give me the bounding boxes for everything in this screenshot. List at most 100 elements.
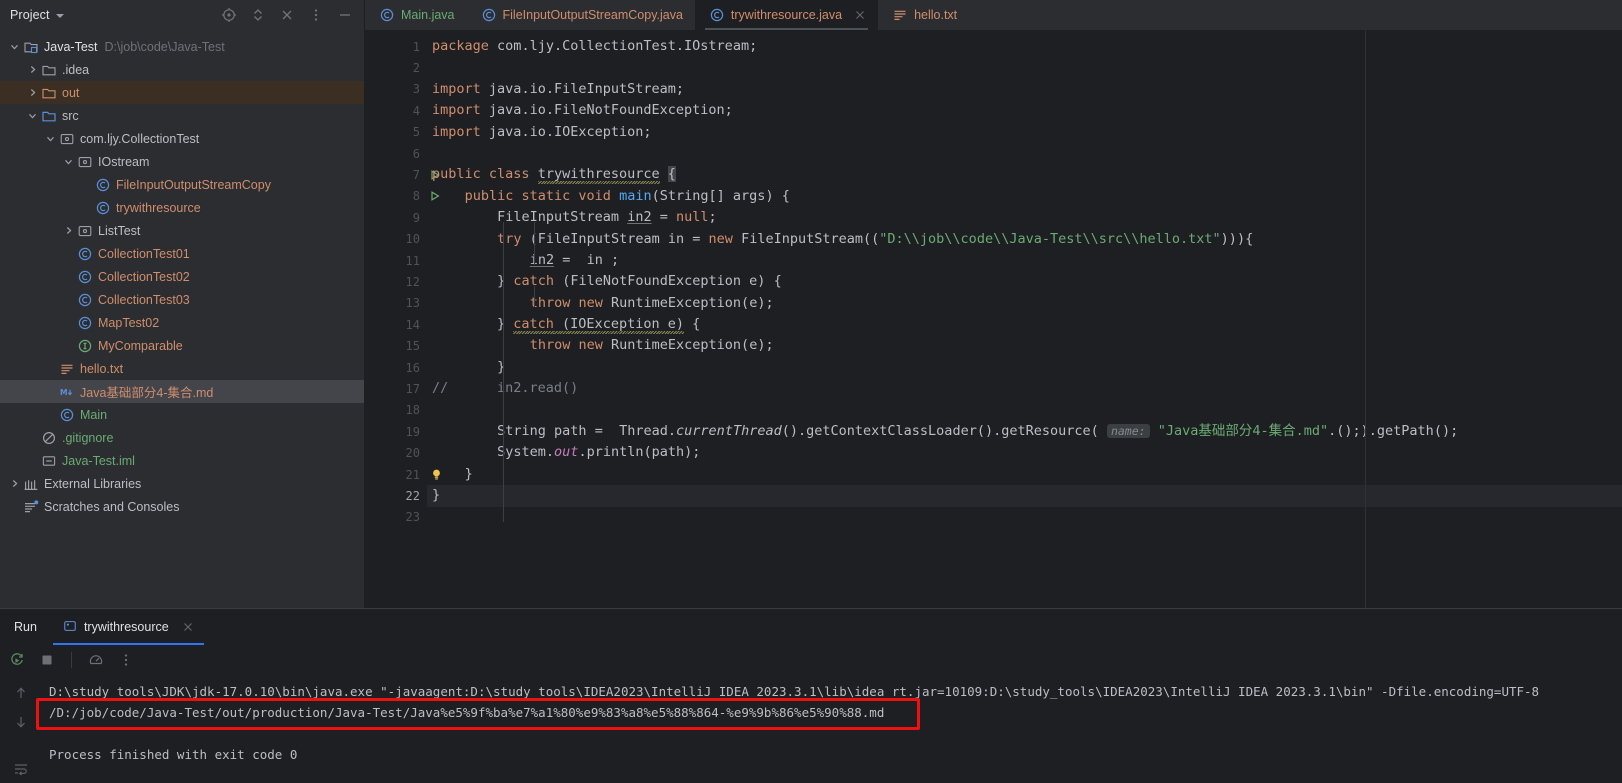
code-line-1[interactable]: package com.ljy.CollectionTest.IOstream; <box>427 36 1622 57</box>
tree-node-external-libraries[interactable]: External Libraries <box>0 472 365 495</box>
tree-node-scratches-and-consoles[interactable]: Scratches and Consoles <box>0 495 365 518</box>
gutter-line-2[interactable]: 2 <box>365 57 427 78</box>
console-line-2[interactable]: /D:/job/code/Java-Test/out/production/Ja… <box>42 702 1622 723</box>
code-line-9[interactable]: FileInputStream in2 = null; <box>427 207 1622 228</box>
code-line-20[interactable]: System.out.println(path); <box>427 442 1622 463</box>
tree-twisty-right-icon[interactable] <box>63 225 74 236</box>
close-icon[interactable] <box>854 9 866 21</box>
tree-node-listtest[interactable]: ListTest <box>0 219 365 242</box>
scroll-up-icon[interactable] <box>13 685 29 701</box>
code-line-8[interactable]: public static void main(String[] args) { <box>427 186 1622 207</box>
editor-tab-fileinputoutputstreamcopy-java[interactable]: FileInputOutputStreamCopy.java <box>467 0 695 30</box>
gutter-line-22[interactable]: 22 <box>365 485 427 506</box>
gutter-line-20[interactable]: 20 <box>365 442 427 463</box>
tree-node-trywithresource[interactable]: trywithresource <box>0 196 365 219</box>
console-output[interactable]: D:\study tools\JDK\jdk-17.0.10\bin\java.… <box>42 675 1622 783</box>
editor-tab-main-java[interactable]: Main.java <box>365 0 467 30</box>
sidebar-title[interactable]: Project <box>10 8 50 22</box>
tree-twisty-right-icon[interactable] <box>9 478 20 489</box>
more-options-icon[interactable] <box>118 652 134 668</box>
gutter-line-21[interactable]: 21 <box>365 464 440 485</box>
code-line-15[interactable]: throw new RuntimeException(e); <box>427 335 1622 356</box>
code-line-23[interactable] <box>427 507 1622 528</box>
code-line-10[interactable]: try (FileInputStream in = new FileInputS… <box>427 229 1622 250</box>
tree-node-iostream[interactable]: IOstream <box>0 150 365 173</box>
tree-node-com-ljy-collectiontest[interactable]: com.ljy.CollectionTest <box>0 127 365 150</box>
code-line-5[interactable]: import java.io.IOException; <box>427 122 1622 143</box>
close-all-icon[interactable] <box>279 7 295 23</box>
tree-node-hello-txt[interactable]: hello.txt <box>0 357 365 380</box>
gutter-line-16[interactable]: 16 <box>365 357 427 378</box>
tree-twisty-down-icon[interactable] <box>27 110 38 121</box>
code-line-4[interactable]: import java.io.FileNotFoundException; <box>427 100 1622 121</box>
code-line-11[interactable]: in2 = in ; <box>427 250 1622 271</box>
gutter-line-8[interactable]: 8 <box>365 186 440 207</box>
gutter-line-7[interactable]: 7 <box>365 164 440 185</box>
code-content[interactable]: package com.ljy.CollectionTest.IOstream;… <box>427 30 1622 608</box>
code-line-21[interactable]: } <box>427 464 1622 485</box>
locate-icon[interactable] <box>221 7 237 23</box>
code-line-12[interactable]: } catch (FileNotFoundException e) { <box>427 271 1622 292</box>
code-line-3[interactable]: import java.io.FileInputStream; <box>427 79 1622 100</box>
run-tab-trywithresource[interactable]: trywithresource <box>52 609 204 645</box>
editor-tab-trywithresource-java[interactable]: trywithresource.java <box>694 0 879 30</box>
console-line-3[interactable] <box>42 723 1622 744</box>
code-line-7[interactable]: public class trywithresource { <box>427 164 1622 185</box>
console-line-4[interactable]: Process finished with exit code 0 <box>42 744 1622 765</box>
tree-twisty-right-icon[interactable] <box>27 87 38 98</box>
tree-node-collectiontest01[interactable]: CollectionTest01 <box>0 242 365 265</box>
tree-node-maptest02[interactable]: MapTest02 <box>0 311 365 334</box>
tree-node-collectiontest02[interactable]: CollectionTest02 <box>0 265 365 288</box>
scroll-down-icon[interactable] <box>13 714 29 730</box>
code-line-14[interactable]: } catch (IOException e) { <box>427 314 1622 335</box>
gutter-line-11[interactable]: 11 <box>365 250 427 271</box>
code-line-2[interactable] <box>427 57 1622 78</box>
project-tree[interactable]: Java-Test D:\job\code\Java-Test .idea out sr… <box>0 30 365 608</box>
tree-twisty-down-icon[interactable] <box>45 133 56 144</box>
tree-node-java-test-iml[interactable]: Java-Test.iml <box>0 449 365 472</box>
gutter-line-5[interactable]: 5 <box>365 122 427 143</box>
code-line-19[interactable]: String path = Thread.currentThread().get… <box>427 421 1622 442</box>
console-line-1[interactable]: D:\study tools\JDK\jdk-17.0.10\bin\java.… <box>42 681 1622 702</box>
gutter-line-3[interactable]: 3 <box>365 79 427 100</box>
stop-icon[interactable] <box>39 652 55 668</box>
tree-twisty-right-icon[interactable] <box>27 64 38 75</box>
tree-node-main[interactable]: Main <box>0 403 365 426</box>
code-line-18[interactable] <box>427 400 1622 421</box>
gutter-line-1[interactable]: 1 <box>365 36 427 57</box>
code-line-17[interactable]: // in2.read() <box>427 378 1622 399</box>
gutter-line-12[interactable]: 12 <box>365 271 427 292</box>
more-options-icon[interactable] <box>308 7 324 23</box>
hide-icon[interactable] <box>337 7 353 23</box>
soft-wrap-icon[interactable] <box>13 761 29 777</box>
expand-collapse-icon[interactable] <box>250 7 266 23</box>
tree-node-out[interactable]: out <box>0 81 365 104</box>
chevron-down-icon[interactable] <box>55 14 64 18</box>
gutter-line-6[interactable]: 6 <box>365 143 427 164</box>
gutter-line-9[interactable]: 9 <box>365 207 427 228</box>
code-line-6[interactable] <box>427 143 1622 164</box>
gutter-line-4[interactable]: 4 <box>365 100 427 121</box>
gutter-line-18[interactable]: 18 <box>365 400 427 421</box>
editor-gutter[interactable]: 1 2 3 4 5 6 7 8 9 10 11 12 13 14 15 16 17 18 19 20 21 22 23 <box>365 30 440 608</box>
editor-tab-hello-txt[interactable]: hello.txt <box>878 0 969 30</box>
tree-node--gitignore[interactable]: .gitignore <box>0 426 365 449</box>
gutter-line-13[interactable]: 13 <box>365 293 427 314</box>
gutter-line-14[interactable]: 14 <box>365 314 427 335</box>
gutter-line-19[interactable]: 19 <box>365 421 427 442</box>
code-line-13[interactable]: throw new RuntimeException(e); <box>427 293 1622 314</box>
tree-twisty-down-icon[interactable] <box>9 41 20 52</box>
tree-node-java-4-md[interactable]: M Java基础部分4-集合.md <box>0 380 365 403</box>
gutter-line-10[interactable]: 10 <box>365 229 427 250</box>
gutter-line-23[interactable]: 23 <box>365 507 427 528</box>
tree-twisty-down-icon[interactable] <box>63 156 74 167</box>
tree-node-java-test[interactable]: Java-Test D:\job\code\Java-Test <box>0 35 365 58</box>
gutter-line-17[interactable]: 17 <box>365 378 427 399</box>
close-icon[interactable] <box>182 621 194 633</box>
tree-node-mycomparable[interactable]: MyComparable <box>0 334 365 357</box>
tree-node-fileinputoutputstreamcopy[interactable]: FileInputOutputStreamCopy <box>0 173 365 196</box>
code-line-16[interactable]: } <box>427 357 1622 378</box>
profiler-icon[interactable] <box>88 652 104 668</box>
tree-node-src[interactable]: src <box>0 104 365 127</box>
tree-node--idea[interactable]: .idea <box>0 58 365 81</box>
